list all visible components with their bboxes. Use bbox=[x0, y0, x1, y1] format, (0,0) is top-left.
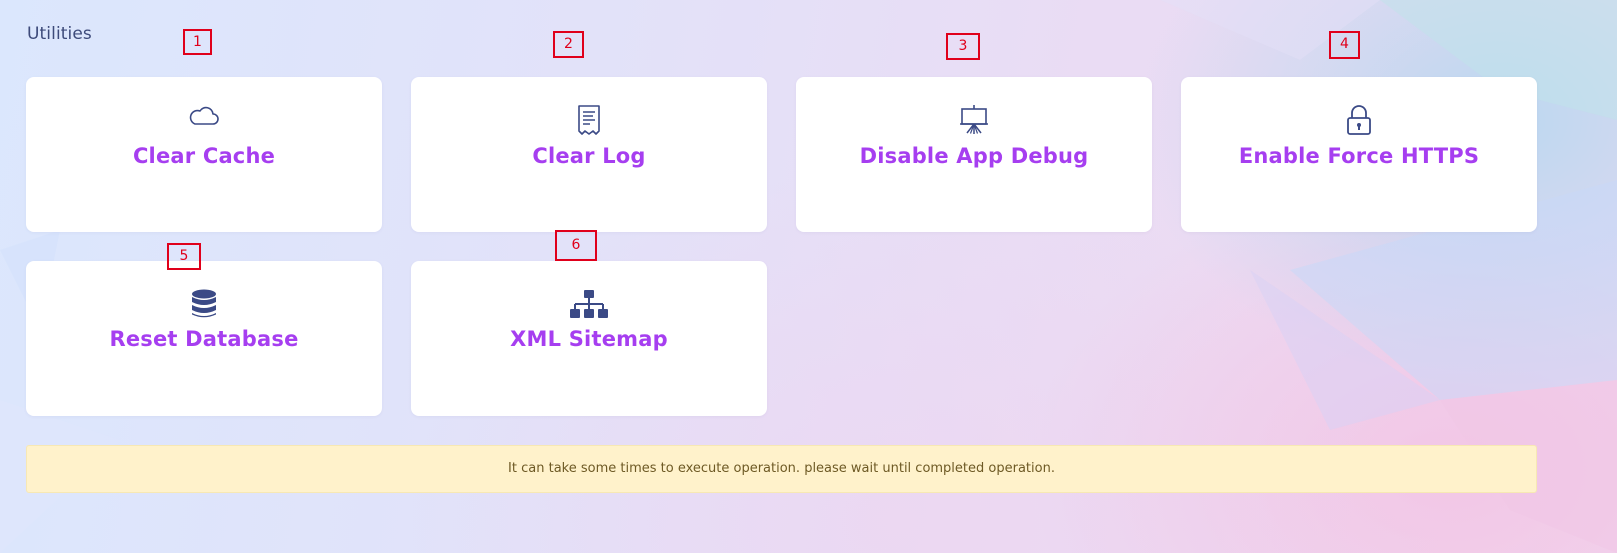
presentation-board-icon bbox=[960, 105, 988, 134]
disable-app-debug-label: Disable App Debug bbox=[859, 144, 1089, 168]
xml-sitemap-card[interactable]: XML Sitemap bbox=[411, 261, 767, 416]
cloud-icon bbox=[189, 106, 219, 125]
receipt-icon bbox=[578, 105, 600, 135]
clear-log-label: Clear Log bbox=[532, 144, 646, 168]
notice-text: It can take some times to execute operat… bbox=[508, 461, 1055, 476]
reset-database-label: Reset Database bbox=[109, 327, 299, 351]
sitemap-icon bbox=[570, 290, 608, 318]
marker-1: 1 bbox=[183, 29, 212, 55]
notice-banner: It can take some times to execute operat… bbox=[26, 445, 1537, 493]
marker-3: 3 bbox=[946, 33, 980, 60]
xml-sitemap-label: XML Sitemap bbox=[510, 327, 668, 351]
reset-database-card[interactable]: Reset Database bbox=[26, 261, 382, 416]
marker-5: 5 bbox=[167, 243, 201, 270]
clear-log-card[interactable]: Clear Log bbox=[411, 77, 767, 232]
enable-force-https-label: Enable Force HTTPS bbox=[1238, 144, 1480, 168]
database-icon bbox=[192, 289, 216, 318]
section-title: Utilities bbox=[27, 24, 92, 44]
disable-app-debug-card[interactable]: Disable App Debug bbox=[796, 77, 1152, 232]
marker-4: 4 bbox=[1329, 31, 1360, 59]
lock-icon bbox=[1347, 105, 1371, 135]
clear-cache-card[interactable]: Clear Cache bbox=[26, 77, 382, 232]
clear-cache-label: Clear Cache bbox=[132, 144, 276, 168]
marker-6: 6 bbox=[555, 230, 597, 261]
enable-force-https-card[interactable]: Enable Force HTTPS bbox=[1181, 77, 1537, 232]
marker-2: 2 bbox=[553, 31, 584, 58]
